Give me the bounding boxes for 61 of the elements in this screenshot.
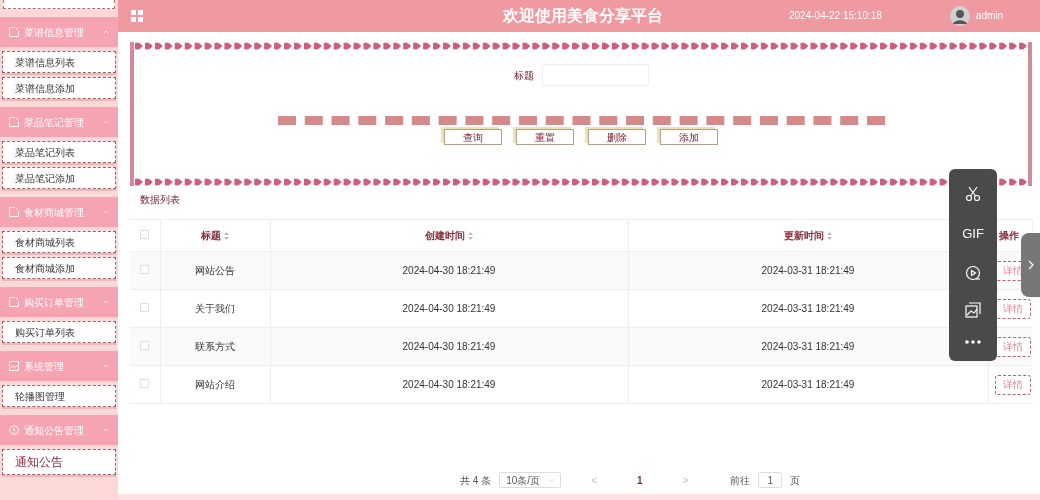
table-cell: 关于我们 xyxy=(160,289,270,328)
section-title: 数据列表 xyxy=(140,193,180,207)
column-header[interactable]: 操作 xyxy=(998,230,1019,241)
menu-item[interactable]: 菜谱信息添加 xyxy=(2,77,116,99)
gif-label[interactable]: GIF xyxy=(962,223,984,244)
menu-item[interactable] xyxy=(3,0,115,9)
video-play-icon[interactable] xyxy=(965,264,981,281)
table-cell: 2024-04-30 18:21:49 xyxy=(270,365,628,404)
menu-item[interactable]: 通知公告 xyxy=(2,449,116,475)
action-button[interactable]: 查询 xyxy=(444,129,502,145)
table-cell: 网站公告 xyxy=(160,251,270,290)
image-icon[interactable] xyxy=(965,302,981,319)
sort-icon[interactable] xyxy=(224,232,229,241)
sort-icon[interactable] xyxy=(827,232,832,241)
grid-menu-icon[interactable] xyxy=(131,9,143,22)
datetime-text: 2024-04-22 15:10:18 xyxy=(789,9,882,23)
user-avatar[interactable] xyxy=(949,5,970,26)
table-cell: 联系方式 xyxy=(160,327,270,366)
table-cell: 2024-04-30 18:21:49 xyxy=(270,327,628,366)
menu-item[interactable]: 食材商城列表 xyxy=(2,231,116,253)
table-cell: 2024-04-30 18:21:49 xyxy=(270,251,628,290)
menu-item[interactable]: 购买订单列表 xyxy=(2,321,116,343)
table-cell: 2024-03-31 18:21:49 xyxy=(628,365,988,404)
page-number[interactable]: 1 xyxy=(636,472,643,488)
page-size-select[interactable]: 10条/页 xyxy=(499,472,562,488)
menu-item[interactable]: 轮播图管理 xyxy=(2,385,116,407)
menu-item[interactable]: 菜品笔记列表 xyxy=(2,141,116,163)
sort-icon[interactable] xyxy=(468,232,473,241)
chart-icon xyxy=(9,361,19,371)
checkbox[interactable] xyxy=(140,265,150,274)
menu-item[interactable]: 菜品笔记添加 xyxy=(2,167,116,189)
document-icon xyxy=(9,117,19,127)
menu-item[interactable]: 菜谱信息列表 xyxy=(2,51,116,73)
menu-item[interactable]: 食材商城添加 xyxy=(2,257,116,279)
chevron-right-icon xyxy=(1027,260,1034,270)
column-header[interactable]: 标题 xyxy=(201,230,229,241)
column-header[interactable]: 创建时间 xyxy=(425,230,473,241)
action-button[interactable]: 添加 xyxy=(660,129,718,145)
chevron-down-icon xyxy=(549,478,555,482)
table-cell: 网站介绍 xyxy=(160,365,270,404)
action-button[interactable]: 删除 xyxy=(588,129,646,145)
more-icon[interactable] xyxy=(965,340,981,345)
total-count: 共 4 条 xyxy=(460,473,492,488)
document-icon xyxy=(9,27,19,37)
info-icon xyxy=(9,425,19,435)
checkbox[interactable] xyxy=(140,379,150,388)
column-header[interactable]: 更新时间 xyxy=(784,230,832,241)
document-icon xyxy=(9,207,19,217)
checkbox[interactable] xyxy=(140,341,150,350)
checkbox[interactable] xyxy=(140,303,150,312)
document-icon xyxy=(9,297,19,307)
goto-label: 前往 xyxy=(730,473,751,488)
site-title: 欢迎使用美食分享平台 xyxy=(503,5,663,26)
scissors-icon[interactable] xyxy=(965,185,981,202)
field-label: 标题 xyxy=(513,68,534,83)
action-button[interactable]: 重置 xyxy=(516,129,574,145)
goto-input[interactable]: 1 xyxy=(758,472,783,488)
page-unit: 页 xyxy=(790,473,801,488)
table-cell: 2024-04-30 18:21:49 xyxy=(270,289,628,328)
checkbox[interactable] xyxy=(140,230,150,239)
side-expand-menu[interactable] xyxy=(1021,233,1040,297)
